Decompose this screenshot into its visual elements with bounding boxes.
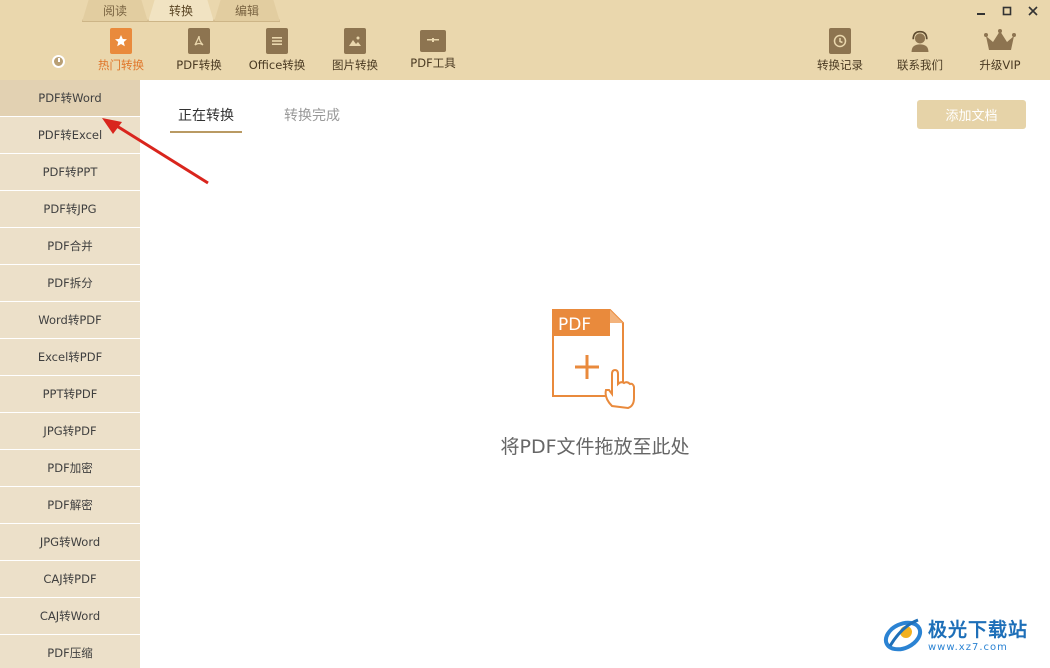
tool-label: 转换记录 <box>817 58 863 72</box>
tool-label: 联系我们 <box>897 58 943 72</box>
right-toolbar: 转换记录 联系我们 升级VIP <box>800 28 1040 76</box>
tool-label: Office转换 <box>248 58 306 72</box>
sidebar-item-jpg-to-word[interactable]: JPG转Word <box>0 524 140 561</box>
watermark: 极光下载站 www.xz7.com <box>882 606 1042 662</box>
tool-hot-convert[interactable]: 热门转换 <box>82 28 160 76</box>
tool-image-convert[interactable]: 图片转换 <box>316 28 394 76</box>
add-document-button[interactable]: 添加文档 <box>917 100 1026 129</box>
tool-pdf-tools[interactable]: PDF工具 <box>394 28 472 76</box>
crown-icon <box>983 28 1017 54</box>
tool-label: PDF转换 <box>176 58 222 72</box>
watermark-logo-icon <box>882 614 924 654</box>
close-icon[interactable] <box>1026 4 1040 18</box>
minimize-icon[interactable] <box>974 4 988 18</box>
tab-completed[interactable]: 转换完成 <box>276 105 348 133</box>
sidebar-item-pdf-to-jpg[interactable]: PDF转JPG <box>0 191 140 228</box>
sidebar-item-caj-to-pdf[interactable]: CAJ转PDF <box>0 561 140 598</box>
sidebar-item-pdf-encrypt[interactable]: PDF加密 <box>0 450 140 487</box>
sidebar-item-excel-to-pdf[interactable]: Excel转PDF <box>0 339 140 376</box>
tool-pdf-convert[interactable]: PDF转换 <box>160 28 238 76</box>
image-doc-icon <box>344 28 366 54</box>
clock-icon[interactable] <box>52 55 65 68</box>
tool-office-convert[interactable]: Office转换 <box>238 28 316 76</box>
main-toolbar: 热门转换 PDF转换 Office转换 图片转换 PDF工具 <box>82 28 472 76</box>
tool-label: 热门转换 <box>98 58 144 72</box>
watermark-title: 极光下载站 <box>928 619 1029 641</box>
office-doc-icon <box>266 28 288 54</box>
pdf-icon-label: PDF <box>558 315 591 335</box>
maximize-icon[interactable] <box>1000 4 1014 18</box>
sidebar-item-word-to-pdf[interactable]: Word转PDF <box>0 302 140 339</box>
mode-tab-convert[interactable]: 转换 <box>148 0 214 22</box>
mode-tab-edit[interactable]: 编辑 <box>214 0 280 22</box>
toolbox-icon <box>420 30 446 52</box>
red-arrow-annotation <box>102 118 209 185</box>
mode-tab-read[interactable]: 阅读 <box>82 0 148 22</box>
tool-history[interactable]: 转换记录 <box>800 28 880 76</box>
pdf-doc-icon <box>188 28 210 54</box>
tool-label: 升级VIP <box>979 58 1021 72</box>
mode-tabs: 阅读 转换 编辑 <box>82 0 280 22</box>
history-icon <box>829 28 851 54</box>
drop-hint-text: 将PDF文件拖放至此处 <box>500 436 690 458</box>
watermark-url: www.xz7.com <box>928 642 1008 653</box>
tool-label: PDF工具 <box>410 56 456 70</box>
window-controls <box>974 4 1040 18</box>
star-doc-icon <box>110 28 132 54</box>
tool-contact[interactable]: 联系我们 <box>880 28 960 76</box>
sidebar-item-pdf-to-word[interactable]: PDF转Word <box>0 80 140 117</box>
pdf-drop-icon[interactable]: PDF <box>550 308 640 412</box>
sidebar-item-pdf-decrypt[interactable]: PDF解密 <box>0 487 140 524</box>
sidebar-item-pdf-compress[interactable]: PDF压缩 <box>0 635 140 668</box>
sidebar-item-caj-to-word[interactable]: CAJ转Word <box>0 598 140 635</box>
headset-icon <box>909 28 931 54</box>
app-header: 阅读 转换 编辑 热门转换 PDF转换 Office转换 图片转换 PDF工具 … <box>0 0 1050 80</box>
sidebar-item-ppt-to-pdf[interactable]: PPT转PDF <box>0 376 140 413</box>
sidebar-item-pdf-merge[interactable]: PDF合并 <box>0 228 140 265</box>
main-panel: 正在转换 转换完成 添加文档 PDF 将PDF文件拖放至此处 <box>140 80 1050 668</box>
sidebar-item-jpg-to-pdf[interactable]: JPG转PDF <box>0 413 140 450</box>
tool-upgrade-vip[interactable]: 升级VIP <box>960 28 1040 76</box>
tool-label: 图片转换 <box>332 58 378 72</box>
sidebar-item-pdf-split[interactable]: PDF拆分 <box>0 265 140 302</box>
